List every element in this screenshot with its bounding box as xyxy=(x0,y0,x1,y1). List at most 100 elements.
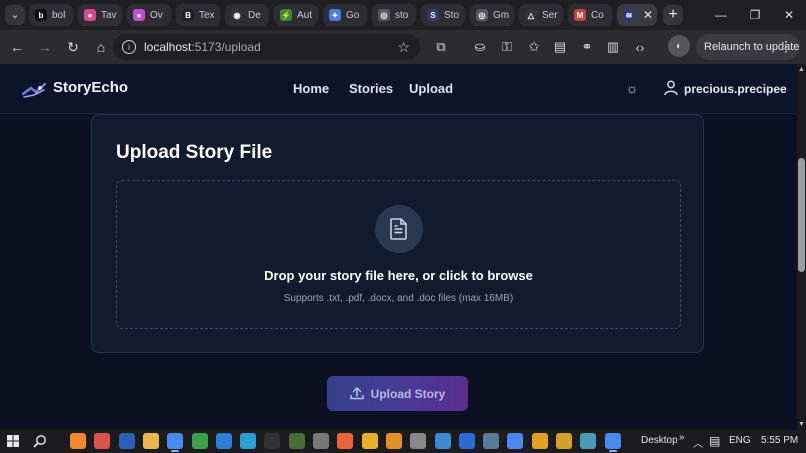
taskbar-app-icon[interactable] xyxy=(240,433,257,449)
close-window-button[interactable]: ✕ xyxy=(772,0,806,30)
taskbar-app-icon[interactable] xyxy=(264,433,281,449)
password-key-icon[interactable]: ⚿ xyxy=(498,38,516,56)
window-controls: — ❐ ✕ xyxy=(704,0,806,30)
taskbar-app-icon[interactable] xyxy=(604,433,621,452)
taskbar-app-icon[interactable] xyxy=(385,433,402,449)
more-menu-icon[interactable]: ⋮ xyxy=(779,38,793,55)
url-text[interactable]: localhost:5173/upload xyxy=(144,40,261,54)
upload-story-button[interactable]: Upload Story xyxy=(327,376,468,411)
taskbar-app-icon[interactable] xyxy=(580,433,597,449)
scroll-up-arrow-icon[interactable]: ▲ xyxy=(797,66,806,73)
tab-label: Ser xyxy=(542,9,558,21)
browser-tab[interactable]: ✦ Go xyxy=(323,4,367,26)
taskbar-app-icon[interactable] xyxy=(361,433,378,449)
dropzone-title: Drop your story file here, or click to b… xyxy=(264,268,533,283)
bookmark-star-icon[interactable]: ☆ xyxy=(397,39,410,56)
taskbar-app-icon[interactable] xyxy=(167,433,184,452)
tab-label: Ov xyxy=(150,9,163,21)
new-tab-button[interactable]: + xyxy=(663,5,683,25)
browser-tab[interactable]: B Tex xyxy=(176,4,220,26)
browser-tab[interactable]: b bol xyxy=(29,4,73,26)
os-taskbar: Desktop » ︿ ▤ ENG 5:55 PM xyxy=(0,430,806,453)
devtools-icon[interactable]: ‹› xyxy=(631,38,649,56)
nav-upload-link[interactable]: Upload xyxy=(409,81,453,96)
tab-label: sto xyxy=(395,9,409,21)
taskbar-app-icon[interactable] xyxy=(483,433,500,449)
theme-toggle-sun-icon[interactable]: ☼ xyxy=(624,80,640,96)
tab-favicon-icon: ⚡ xyxy=(280,9,292,21)
browser-tab[interactable]: ◎ Gm xyxy=(470,4,514,26)
browser-tab[interactable]: ⚡ Aut xyxy=(274,4,318,26)
taskbar-app-icon[interactable] xyxy=(313,433,329,449)
taskbar-app-icon[interactable] xyxy=(70,433,86,449)
tab-label: Sto xyxy=(444,9,460,21)
browser-tab[interactable]: M Co xyxy=(568,4,612,26)
taskbar-app-icon[interactable] xyxy=(458,433,475,449)
windows-start-icon[interactable] xyxy=(7,435,19,447)
site-header: StoryEcho Home Stories Upload ☼ precious… xyxy=(0,64,797,114)
tab-label: Tav xyxy=(101,9,117,21)
forward-icon[interactable]: → xyxy=(32,34,58,60)
tab-favicon-icon: ✦ xyxy=(329,9,341,21)
taskbar-app-icon[interactable] xyxy=(215,433,232,449)
address-bar[interactable]: i localhost:5173/upload ☆ xyxy=(113,34,420,60)
browser-tab[interactable]: ● Ov xyxy=(127,4,171,26)
taskbar-app-icon[interactable] xyxy=(507,433,524,449)
taskbar-app-icon[interactable] xyxy=(191,433,208,449)
reload-icon[interactable]: ↻ xyxy=(60,34,86,60)
scrollbar-thumb[interactable] xyxy=(798,158,805,272)
desktop-toolbar-label[interactable]: Desktop xyxy=(641,435,678,446)
relaunch-button[interactable]: Relaunch to update ⋮ xyxy=(696,34,800,60)
browser-tab[interactable]: ● Tav xyxy=(78,4,122,26)
browser-tab[interactable]: ◎ sto xyxy=(372,4,416,26)
taskbar-app-icon[interactable] xyxy=(118,433,135,449)
incognito-icon[interactable]: ⛀ xyxy=(471,38,489,56)
page-scrollbar[interactable]: ▲ ▼ xyxy=(797,64,806,430)
side-panel-icon[interactable]: ▥ xyxy=(604,38,622,56)
tab-close-icon[interactable]: ✕ xyxy=(639,4,657,26)
taskbar-app-icon[interactable] xyxy=(410,433,427,449)
clock[interactable]: 5:55 PM xyxy=(761,435,798,446)
taskbar-app-icon[interactable] xyxy=(531,433,548,449)
taskbar-search-icon[interactable] xyxy=(33,434,47,448)
browser-tab[interactable]: △ Ser xyxy=(519,4,563,26)
link-icon[interactable]: ⚭ xyxy=(578,38,596,56)
language-indicator[interactable]: ENG xyxy=(729,435,751,446)
tray-expand-chevron-icon[interactable]: ︿ xyxy=(693,435,703,450)
profile-avatar[interactable]: ◐ xyxy=(668,35,690,57)
scroll-down-arrow-icon[interactable]: ▼ xyxy=(797,421,806,428)
home-icon[interactable]: ⌂ xyxy=(88,34,114,60)
file-dropzone[interactable]: Drop your story file here, or click to b… xyxy=(116,180,681,329)
brand-name[interactable]: StoryEcho xyxy=(53,79,128,96)
user-name[interactable]: precious.precipee xyxy=(684,82,787,96)
restore-button[interactable]: ❐ xyxy=(738,0,772,30)
nav-stories-link[interactable]: Stories xyxy=(349,81,393,96)
storyecho-logo-icon[interactable] xyxy=(22,82,46,98)
browser-tab[interactable]: S Sto xyxy=(421,4,465,26)
nav-home-link[interactable]: Home xyxy=(293,81,329,96)
toolbar-overflow-chevron-icon[interactable]: » xyxy=(679,432,685,443)
notification-icon[interactable]: ▤ xyxy=(709,434,720,448)
taskbar-app-icon[interactable] xyxy=(556,433,572,449)
tab-favicon-icon: ◎ xyxy=(378,9,390,21)
extensions-icon[interactable]: ⧉ xyxy=(432,38,450,56)
tab-favicon-icon: △ xyxy=(525,9,537,21)
back-icon[interactable]: ← xyxy=(4,34,30,60)
taskbar-app-icon[interactable] xyxy=(142,433,159,449)
browser-tab[interactable]: ◉ De xyxy=(225,4,269,26)
browser-toolbar: ← → ↻ ⌂ i localhost:5173/upload ☆ ⧉ ⛀ ⚿ … xyxy=(0,30,806,64)
minimize-button[interactable]: — xyxy=(704,0,738,30)
upload-icon xyxy=(349,387,364,400)
tab-label: De xyxy=(248,9,261,21)
taskbar-app-icon[interactable] xyxy=(288,433,305,449)
site-info-icon[interactable]: i xyxy=(122,40,136,54)
taskbar-app-icon[interactable] xyxy=(94,433,111,449)
taskbar-app-icon[interactable] xyxy=(337,433,354,449)
tab-search-chevron-icon[interactable]: ⌄ xyxy=(5,5,25,25)
tab-label: Aut xyxy=(297,9,313,21)
tab-favicon-icon: ● xyxy=(84,9,96,21)
url-host: localhost xyxy=(144,40,192,54)
taskbar-app-icon[interactable] xyxy=(434,433,451,449)
favorites-icon[interactable]: ✩ xyxy=(525,38,543,56)
reading-list-icon[interactable]: ▤ xyxy=(551,38,569,56)
